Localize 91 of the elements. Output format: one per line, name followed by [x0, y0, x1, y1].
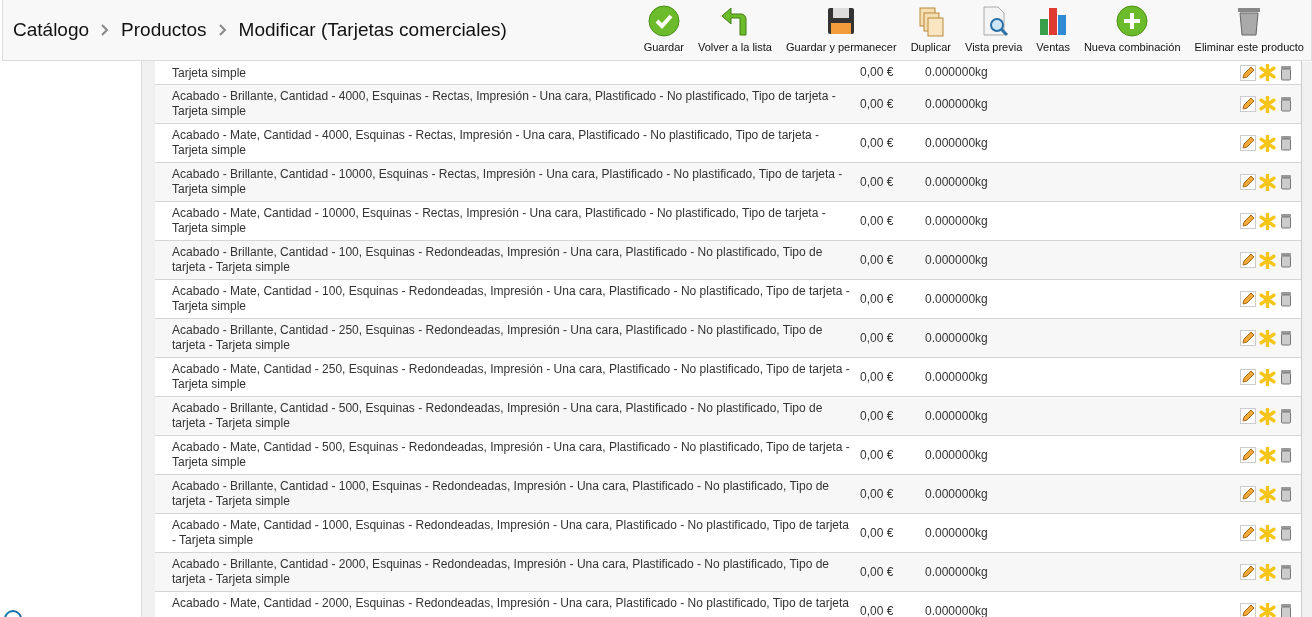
pencil-icon[interactable] [1240, 447, 1256, 463]
price-cell-text: 0,00 € [859, 135, 895, 152]
combination-cell-text: Tarjeta simple [171, 66, 248, 81]
toolbar-button[interactable]: Vista previa [958, 5, 1030, 54]
price-cell-text: 0,00 € [859, 252, 895, 269]
weight-cell-text: 0.000000kg [925, 486, 989, 503]
toolbar-button[interactable]: Nueva combinación [1076, 5, 1188, 54]
price-cell-text: 0,00 € [859, 64, 895, 81]
pencil-icon[interactable] [1240, 330, 1256, 346]
combination-cell-text: Acabado - Brillante, Cantidad - 500, Esquinas - Redondeadas, Impresión - Una cara, Plastificado - No plastificado, Tipo de tarjeta - Tarjeta simple [171, 400, 824, 431]
trash-bin-icon[interactable] [1279, 603, 1293, 617]
combination-cell-text: Acabado - Brillante, Cantidad - 4000, Esquinas - Rectas, Impresión - Una cara, Plastificado - No plastificado, Tipo de tarjeta - Tarjeta simple [171, 88, 837, 119]
toolbar-button[interactable]: Ventas [1029, 5, 1077, 54]
combination-cell-text: Acabado - Brillante, Cantidad - 2000, Esquinas - Redondeadas, Impresión - Una cara, Plastificado - No plastificado, Tipo de tarjeta - Tarjeta simple [171, 556, 831, 587]
combination-cell-text: Acabado - Brillante, Cantidad - 100, Esquinas - Redondeadas, Impresión - Una cara, Plastificado - No plastificado, Tipo de tarjeta - Tarjeta simple [171, 244, 824, 275]
combination-cell-text: Acabado - Mate, Cantidad - 2000, Esquinas - Redondeadas, Impresión - Una cara, Plastificado - No plastificado, Tipo de tarjeta [171, 595, 851, 611]
pencil-icon[interactable] [1240, 603, 1256, 617]
toolbar-button[interactable]: Guardar y permanecer [778, 5, 904, 54]
trash-bin-icon[interactable] [1279, 174, 1293, 190]
pencil-icon[interactable] [1240, 213, 1256, 229]
toolbar-button[interactable]: Duplicar [903, 5, 958, 54]
pencil-icon[interactable] [1240, 252, 1256, 268]
weight-cell-text: 0.000000kg [925, 252, 989, 269]
trash-bin-icon[interactable] [1279, 213, 1293, 229]
trash-bin-icon[interactable] [1279, 330, 1293, 346]
price-cell-text: 0,00 € [859, 408, 895, 425]
price-cell-text: 0,00 € [859, 291, 895, 308]
pencil-icon[interactable] [1240, 291, 1256, 307]
trash-bin-icon[interactable] [1279, 525, 1293, 541]
combination-cell-text: Acabado - Mate, Cantidad - 100, Esquinas - Redondeadas, Impresión - Una cara, Plastificado - No plastificado, Tipo de tarjeta - Tarjeta simple [171, 283, 851, 314]
weight-cell-text: 0.000000kg [925, 447, 989, 464]
combination-cell-text: Acabado - Mate, Cantidad - 10000, Esquinas - Rectas, Impresión - Una cara, Plastificado - No plastificado, Tipo de tarjeta - Tarjeta simple [171, 205, 827, 236]
toolbar-button[interactable]: Volver a la lista [691, 5, 779, 54]
combination-cell-text: Acabado - Brillante, Cantidad - 10000, Esquinas - Rectas, Impresión - Una cara, Plastificado - No plastificado, Tipo de tarjeta - Tarjeta simple [171, 166, 844, 197]
trash-bin-icon[interactable] [1279, 96, 1293, 112]
weight-cell-text: 0.000000kg [925, 64, 989, 81]
page-title: Modificar (Tarjetas comerciales) [238, 17, 507, 42]
combination-cell-text: Acabado - Mate, Cantidad - 4000, Esquinas - Rectas, Impresión - Una cara, Plastificado - No plastificado, Tipo de tarjeta - Tarjeta simple [171, 127, 820, 158]
toolbar-button[interactable]: Guardar [636, 5, 691, 54]
weight-cell-text: 0.000000kg [925, 96, 989, 113]
pencil-icon[interactable] [1240, 525, 1256, 541]
weight-cell-text: 0.000000kg [925, 408, 989, 425]
weight-cell-text: 0.000000kg [925, 525, 989, 542]
trash-bin-icon[interactable] [1279, 369, 1293, 385]
breadcrumb-link[interactable]: Productos [121, 15, 207, 45]
chevron-icon [101, 24, 110, 36]
price-cell-text: 0,00 € [859, 96, 895, 113]
scrollbar[interactable] [1302, 62, 1312, 617]
price-cell-text: 0,00 € [859, 213, 895, 230]
check-icon [647, 5, 680, 37]
trash-bin-icon[interactable] [1279, 135, 1293, 151]
combination-cell-text: Acabado - Mate, Cantidad - 1000, Esquinas - Redondeadas, Impresión - Una cara, Plastificado - No plastificado, Tipo de tarjeta - Tarjeta simple [171, 517, 851, 548]
price-cell-text: 0,00 € [859, 447, 895, 464]
trash-bin-icon[interactable] [1279, 447, 1293, 463]
weight-cell-text: 0.000000kg [925, 174, 989, 191]
combination-cell-text: Acabado - Brillante, Cantidad - 1000, Esquinas - Redondeadas, Impresión - Una cara, Plastificado - No plastificado, Tipo de tarjeta - Tarjeta simple [171, 478, 831, 509]
trash-bin-icon[interactable] [1279, 564, 1293, 580]
trash-bin-icon[interactable] [1279, 252, 1293, 268]
weight-cell-text: 0.000000kg [925, 330, 989, 347]
toolbar-button[interactable]: Eliminar este producto [1187, 5, 1311, 54]
weight-cell-text: 0.000000kg [925, 213, 989, 230]
pencil-icon[interactable] [1240, 408, 1256, 424]
pencil-icon[interactable] [1240, 564, 1256, 580]
price-cell-text: 0,00 € [859, 330, 895, 347]
pencil-icon[interactable] [1240, 96, 1256, 112]
breadcrumb-link[interactable]: Catálogo [13, 15, 90, 45]
pencil-icon[interactable] [1240, 64, 1256, 81]
trash-bin-icon[interactable] [1279, 291, 1293, 307]
weight-cell-text: 0.000000kg [925, 291, 989, 308]
pencil-icon[interactable] [1240, 174, 1256, 190]
price-cell-text: 0,00 € [859, 369, 895, 386]
price-cell-text: 0,00 € [859, 564, 895, 581]
weight-cell-text: 0.000000kg [925, 564, 989, 581]
trash-bin-icon[interactable] [1279, 64, 1293, 81]
combination-cell-text: Acabado - Brillante, Cantidad - 250, Esquinas - Redondeadas, Impresión - Una cara, Plastificado - No plastificado, Tipo de tarjeta - Tarjeta simple [171, 322, 824, 353]
price-cell-text: 0,00 € [859, 525, 895, 542]
trash-bin-icon[interactable] [1279, 486, 1293, 502]
weight-cell-text: 0.000000kg [925, 603, 989, 617]
weight-cell-text: 0.000000kg [925, 135, 989, 152]
chevron-icon [218, 24, 227, 36]
price-cell-text: 0,00 € [859, 486, 895, 503]
plus-circle-icon [1116, 5, 1149, 37]
combination-cell-text: Acabado - Mate, Cantidad - 500, Esquinas - Redondeadas, Impresión - Una cara, Plastificado - No plastificado, Tipo de tarjeta - Tarjeta simple [171, 439, 851, 470]
pencil-icon[interactable] [1240, 369, 1256, 385]
weight-cell-text: 0.000000kg [925, 369, 989, 386]
price-cell-text: 0,00 € [859, 174, 895, 191]
pencil-icon[interactable] [1240, 486, 1256, 502]
trash-bin-icon[interactable] [1279, 408, 1293, 424]
price-cell-text: 0,00 € [859, 603, 895, 617]
pencil-icon[interactable] [1240, 135, 1256, 151]
combination-cell-text: Acabado - Mate, Cantidad - 250, Esquinas - Redondeadas, Impresión - Una cara, Plastificado - No plastificado, Tipo de tarjeta - Tarjeta simple [171, 361, 851, 392]
